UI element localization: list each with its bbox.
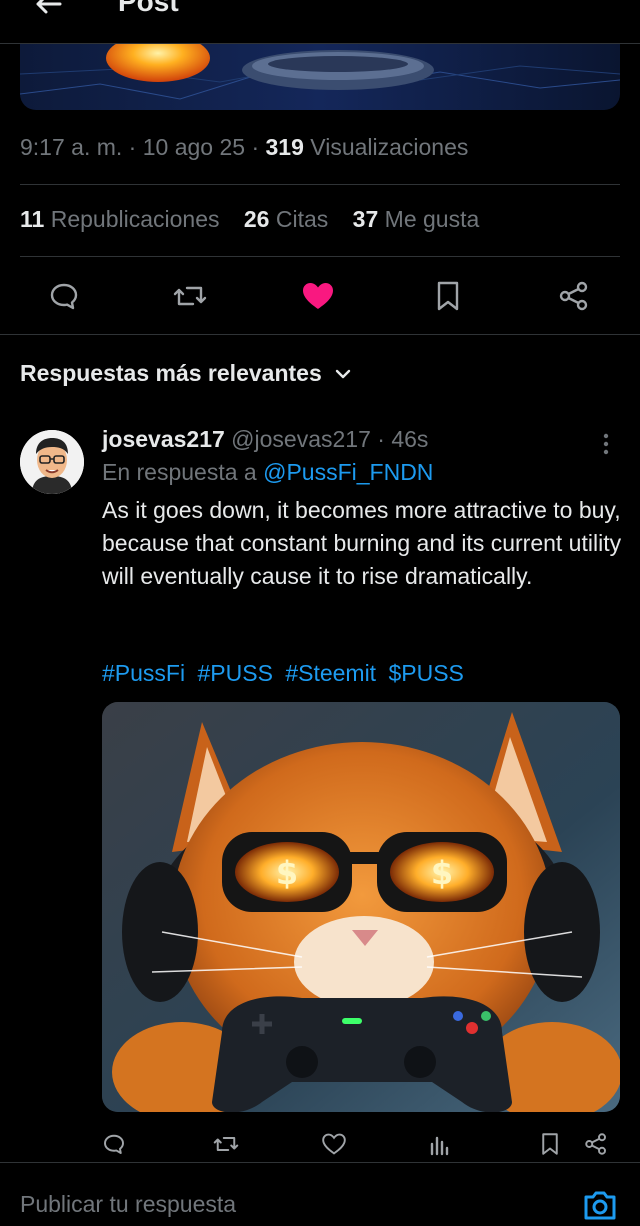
hashtag-link[interactable]: #PussFi: [102, 660, 185, 686]
in-reply-to: En respuesta a @PussFi_FNDN: [102, 459, 622, 486]
post-date: 10 ago 25: [142, 134, 246, 160]
views-label: Visualizaciones: [310, 134, 469, 160]
post-time: 9:17 a. m.: [20, 134, 123, 160]
views-count: 319: [265, 134, 304, 160]
reply-media-image[interactable]: $ $: [102, 702, 620, 1112]
bookmark-button[interactable]: [428, 276, 468, 316]
divider: [20, 184, 620, 185]
reply-button[interactable]: [98, 1128, 130, 1160]
svg-text:$: $: [276, 854, 298, 892]
top-bar: Post: [0, 0, 640, 44]
views-icon: [430, 1136, 449, 1156]
reply-author-name[interactable]: josevas217: [102, 426, 225, 452]
reply-header: josevas217 @josevas217 · 46s: [102, 426, 622, 453]
reply-author-handle[interactable]: @josevas217: [231, 426, 371, 452]
share-button[interactable]: [554, 276, 594, 316]
comment-icon: [50, 283, 78, 310]
post-media[interactable]: [20, 44, 620, 110]
in-reply-to-handle[interactable]: @PussFi_FNDN: [263, 459, 433, 485]
likes-label: Me gusta: [384, 206, 480, 232]
page-title: Post: [118, 0, 179, 17]
arrow-left-icon[interactable]: [30, 0, 66, 22]
replies-sort-button[interactable]: Respuestas más relevantes: [20, 360, 352, 387]
in-reply-to-prefix: En respuesta a: [102, 459, 257, 485]
reply-hashtags: #PussFi #PUSS #Steemit $PUSS: [102, 660, 470, 687]
likes-stat[interactable]: 37 Me gusta: [353, 206, 480, 232]
post-meta: 9:17 a. m. · 10 ago 25 · 319 Visualizaci…: [20, 134, 468, 161]
post-actions: [0, 276, 640, 316]
reply-button[interactable]: [44, 276, 84, 316]
reposts-count: 11: [20, 206, 45, 232]
reply-input[interactable]: Publicar tu respuesta: [20, 1191, 236, 1218]
avatar[interactable]: [20, 430, 84, 494]
hashtag-link[interactable]: #PUSS: [197, 660, 272, 686]
svg-text:$: $: [431, 854, 453, 892]
bookmark-icon: [437, 281, 459, 311]
bookmark-icon: [542, 1133, 558, 1155]
reply-time: 46s: [391, 426, 429, 452]
replies-sort-label: Respuestas más relevantes: [20, 360, 322, 386]
repost-button[interactable]: [210, 1128, 242, 1160]
section-divider: [0, 334, 640, 335]
chevron-down-icon: [335, 369, 350, 378]
views-button[interactable]: [424, 1128, 456, 1160]
bookmark-button[interactable]: [534, 1128, 566, 1160]
reply-text: As it goes down, it becomes more attract…: [102, 497, 622, 589]
reposts-label: Republicaciones: [50, 206, 220, 232]
likes-count: 37: [352, 206, 379, 232]
reply-item[interactable]: josevas217 @josevas217 · 46s En respuest…: [102, 426, 622, 593]
quotes-stat[interactable]: 26 Citas: [244, 206, 335, 232]
share-button[interactable]: [580, 1128, 612, 1160]
repost-button[interactable]: [170, 276, 210, 316]
like-button[interactable]: [318, 1128, 350, 1160]
repost-icon: [213, 1137, 239, 1151]
share-icon: [585, 1133, 606, 1155]
quotes-label: Citas: [275, 206, 329, 232]
meta-separator: ·: [128, 134, 137, 160]
more-vertical-icon[interactable]: [596, 430, 616, 458]
like-button[interactable]: [298, 276, 338, 316]
repost-icon: [173, 286, 207, 306]
comment-icon: [104, 1134, 124, 1154]
cashtag-link[interactable]: $PUSS: [388, 660, 463, 686]
share-icon: [559, 281, 588, 311]
heart-icon: [322, 1133, 346, 1155]
reposts-stat[interactable]: 11 Republicaciones: [20, 206, 226, 232]
heart-icon: [303, 283, 333, 309]
hashtag-link[interactable]: #Steemit: [285, 660, 376, 686]
reply-composer: Publicar tu respuesta: [0, 1162, 640, 1226]
post-stats: 11 Republicaciones 26 Citas 37 Me gusta: [20, 206, 497, 233]
meta-separator: ·: [251, 134, 260, 160]
camera-icon[interactable]: [580, 1185, 620, 1225]
divider: [20, 256, 620, 257]
quotes-count: 26: [243, 206, 270, 232]
meta-separator: ·: [377, 426, 385, 452]
reply-actions: [0, 1128, 640, 1160]
